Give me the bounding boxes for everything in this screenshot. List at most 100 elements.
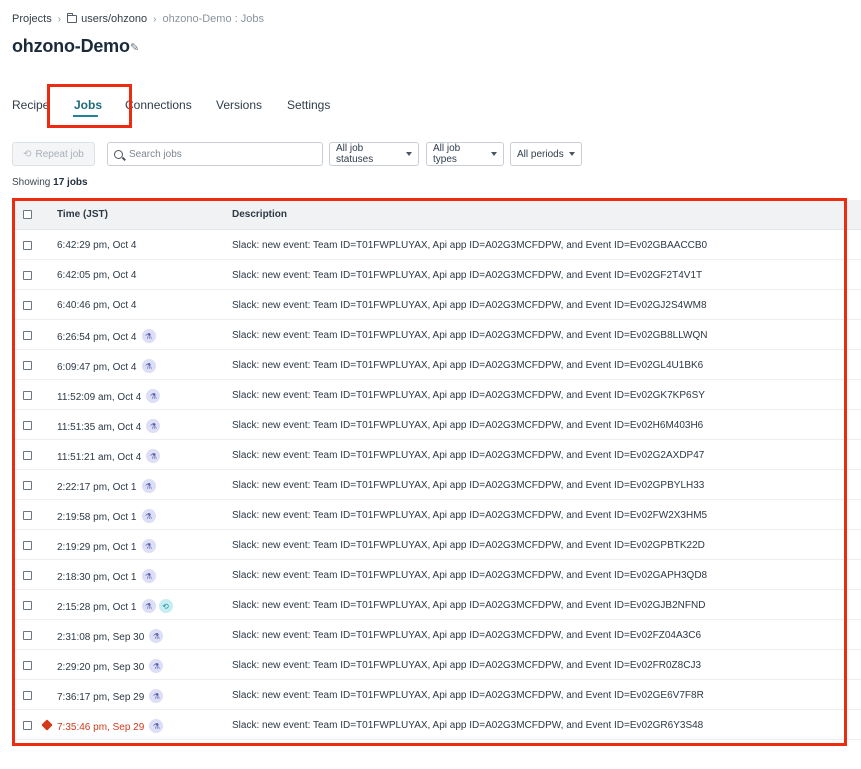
pencil-icon[interactable]: ✎ bbox=[130, 41, 142, 54]
row-description[interactable]: Slack: new event: Team ID=T01FWPLUYAX, A… bbox=[232, 540, 705, 551]
chevron-right-icon: › bbox=[153, 13, 157, 25]
flask-icon: ⚗ bbox=[149, 689, 164, 703]
row-time[interactable]: 6:42:29 pm, Oct 4 bbox=[57, 240, 137, 251]
flask-icon: ⚗ bbox=[146, 419, 161, 433]
search-box[interactable] bbox=[107, 142, 323, 166]
row-description[interactable]: Slack: new event: Team ID=T01FWPLUYAX, A… bbox=[232, 330, 707, 341]
row-checkbox[interactable] bbox=[23, 361, 32, 370]
table-row[interactable]: 11:52:09 am, Oct 4 ⚗ Slack: new event: Tea… bbox=[12, 380, 861, 410]
row-checkbox[interactable] bbox=[23, 331, 32, 340]
row-checkbox[interactable] bbox=[23, 631, 32, 640]
table-row[interactable]: 7:36:17 pm, Sep 29 ⚗ Slack: new event: Tea… bbox=[12, 680, 861, 710]
row-checkbox[interactable] bbox=[23, 421, 32, 430]
row-description[interactable]: Slack: new event: Team ID=T01FWPLUYAX, A… bbox=[232, 450, 704, 461]
row-checkbox[interactable] bbox=[23, 391, 32, 400]
table-row[interactable]: 2:15:28 pm, Oct 1 ⚗ ⟲ Slack: new event: Tea… bbox=[12, 590, 861, 620]
row-time[interactable]: 2:22:17 pm, Oct 1 ⚗ bbox=[57, 479, 156, 494]
job-status-filter-label: All job statuses bbox=[336, 143, 374, 165]
row-description[interactable]: Slack: new event: Team ID=T01FWPLUYAX, A… bbox=[232, 420, 703, 431]
jobs-table: Time (JST) Description 6:42:29 pm, Oct 4… bbox=[12, 200, 861, 740]
flask-icon: ⚗ bbox=[149, 629, 164, 643]
row-checkbox[interactable] bbox=[23, 481, 32, 490]
row-description[interactable]: Slack: new event: Team ID=T01FWPLUYAX, A… bbox=[232, 660, 701, 671]
row-description[interactable]: Slack: new event: Team ID=T01FWPLUYAX, A… bbox=[232, 390, 705, 401]
row-time[interactable]: 2:19:29 pm, Oct 1 ⚗ bbox=[57, 539, 156, 554]
row-time[interactable]: 11:52:09 am, Oct 4 ⚗ bbox=[57, 389, 161, 404]
select-all-checkbox[interactable] bbox=[23, 210, 32, 219]
row-time[interactable]: 2:19:58 pm, Oct 1 ⚗ bbox=[57, 509, 156, 524]
row-checkbox[interactable] bbox=[23, 601, 32, 610]
repeat-job-button[interactable]: ⟲ Repeat job bbox=[12, 142, 95, 166]
table-row[interactable]: 2:31:08 pm, Sep 30 ⚗ Slack: new event: Tea… bbox=[12, 620, 861, 650]
period-filter[interactable]: All periods bbox=[510, 142, 582, 166]
flask-icon: ⚗ bbox=[141, 539, 156, 553]
table-row[interactable]: 6:42:29 pm, Oct 4 Slack: new event: Team … bbox=[12, 230, 861, 260]
row-time-text: 11:51:21 am, Oct 4 bbox=[57, 451, 142, 463]
row-time[interactable]: 2:15:28 pm, Oct 1 ⚗ ⟲ bbox=[57, 599, 173, 614]
row-description[interactable]: Slack: new event: Team ID=T01FWPLUYAX, A… bbox=[232, 570, 707, 581]
row-time[interactable]: 7:35:46 pm, Sep 29 ⚗ bbox=[57, 719, 164, 734]
row-description[interactable]: Slack: new event: Team ID=T01FWPLUYAX, A… bbox=[232, 300, 707, 311]
row-time[interactable]: 6:09:47 pm, Oct 4 ⚗ bbox=[57, 359, 156, 374]
table-row[interactable]: 6:42:05 pm, Oct 4 Slack: new event: Team … bbox=[12, 260, 861, 290]
row-description[interactable]: Slack: new event: Team ID=T01FWPLUYAX, A… bbox=[232, 690, 704, 701]
row-time[interactable]: 6:26:54 pm, Oct 4 ⚗ bbox=[57, 329, 156, 344]
row-description[interactable]: Slack: new event: Team ID=T01FWPLUYAX, A… bbox=[232, 600, 705, 611]
row-time[interactable]: 6:42:05 pm, Oct 4 bbox=[57, 270, 137, 281]
row-checkbox[interactable] bbox=[23, 271, 32, 280]
table-row[interactable]: 2:19:58 pm, Oct 1 ⚗ Slack: new event: Team… bbox=[12, 500, 861, 530]
row-time[interactable]: 11:51:35 am, Oct 4 ⚗ bbox=[57, 419, 161, 434]
tab-recipe[interactable]: Recipe bbox=[12, 98, 49, 112]
job-status-filter[interactable]: All job statuses bbox=[329, 142, 419, 166]
tab-highlight-box bbox=[47, 84, 132, 128]
table-row[interactable]: 11:51:21 am, Oct 4 ⚗ Slack: new event: Tea… bbox=[12, 440, 861, 470]
table-row[interactable]: 2:19:29 pm, Oct 1 ⚗ Slack: new event: Team… bbox=[12, 530, 861, 560]
table-row[interactable]: 7:35:46 pm, Sep 29 ⚗ Slack: new event: Tea… bbox=[12, 710, 861, 740]
row-description[interactable]: Slack: new event: Team ID=T01FWPLUYAX, A… bbox=[232, 510, 707, 521]
row-checkbox[interactable] bbox=[23, 241, 32, 250]
breadcrumb-projects[interactable]: Projects bbox=[12, 13, 52, 25]
row-time-text: 6:09:47 pm, Oct 4 bbox=[57, 361, 137, 373]
table-row[interactable]: 11:51:35 am, Oct 4 ⚗ Slack: new event: Tea… bbox=[12, 410, 861, 440]
row-checkbox[interactable] bbox=[23, 571, 32, 580]
flask-icon: ⚗ bbox=[146, 449, 161, 463]
job-type-filter[interactable]: All job types bbox=[426, 142, 504, 166]
row-time[interactable]: 2:18:30 pm, Oct 1 ⚗ bbox=[57, 569, 156, 584]
search-input[interactable] bbox=[129, 148, 309, 160]
row-checkbox[interactable] bbox=[23, 541, 32, 550]
row-description[interactable]: Slack: new event: Team ID=T01FWPLUYAX, A… bbox=[232, 630, 701, 641]
table-row[interactable]: 6:26:54 pm, Oct 4 ⚗ Slack: new event: Team… bbox=[12, 320, 861, 350]
row-checkbox[interactable] bbox=[23, 451, 32, 460]
row-description[interactable]: Slack: new event: Team ID=T01FWPLUYAX, A… bbox=[232, 480, 704, 491]
row-checkbox[interactable] bbox=[23, 721, 32, 730]
job-count: Showing 17 jobs bbox=[12, 177, 88, 188]
table-row[interactable]: 2:29:20 pm, Sep 30 ⚗ Slack: new event: Tea… bbox=[12, 650, 861, 680]
table-row[interactable]: 2:18:30 pm, Oct 1 ⚗ Slack: new event: Team… bbox=[12, 560, 861, 590]
row-time[interactable]: 7:36:17 pm, Sep 29 ⚗ bbox=[57, 689, 164, 704]
breadcrumb-folder[interactable]: users/ohzono bbox=[81, 13, 147, 25]
tab-versions[interactable]: Versions bbox=[216, 98, 262, 112]
header-time[interactable]: Time (JST) bbox=[57, 209, 108, 220]
row-time-text: 6:42:29 pm, Oct 4 bbox=[57, 240, 137, 251]
row-time[interactable]: 11:51:21 am, Oct 4 ⚗ bbox=[57, 449, 161, 464]
row-description[interactable]: Slack: new event: Team ID=T01FWPLUYAX, A… bbox=[232, 240, 707, 251]
tab-settings[interactable]: Settings bbox=[287, 98, 330, 112]
row-time[interactable]: 6:40:46 pm, Oct 4 bbox=[57, 300, 137, 311]
row-description[interactable]: Slack: new event: Team ID=T01FWPLUYAX, A… bbox=[232, 270, 702, 281]
tab-connections[interactable]: Connections bbox=[125, 98, 192, 112]
row-description[interactable]: Slack: new event: Team ID=T01FWPLUYAX, A… bbox=[232, 360, 703, 371]
row-checkbox[interactable] bbox=[23, 301, 32, 310]
row-checkbox[interactable] bbox=[23, 691, 32, 700]
table-header: Time (JST) Description bbox=[12, 200, 861, 230]
table-row[interactable]: 6:09:47 pm, Oct 4 ⚗ Slack: new event: Team… bbox=[12, 350, 861, 380]
row-time[interactable]: 2:31:08 pm, Sep 30 ⚗ bbox=[57, 629, 164, 644]
row-time-text: 6:26:54 pm, Oct 4 bbox=[57, 331, 137, 343]
period-filter-label: All periods bbox=[517, 148, 564, 160]
table-row[interactable]: 2:22:17 pm, Oct 1 ⚗ Slack: new event: Team… bbox=[12, 470, 861, 500]
row-description[interactable]: Slack: new event: Team ID=T01FWPLUYAX, A… bbox=[232, 720, 703, 731]
row-checkbox[interactable] bbox=[23, 661, 32, 670]
row-time[interactable]: 2:29:20 pm, Sep 30 ⚗ bbox=[57, 659, 164, 674]
flask-icon: ⚗ bbox=[141, 599, 156, 613]
table-row[interactable]: 6:40:46 pm, Oct 4 Slack: new event: Team … bbox=[12, 290, 861, 320]
row-checkbox[interactable] bbox=[23, 511, 32, 520]
